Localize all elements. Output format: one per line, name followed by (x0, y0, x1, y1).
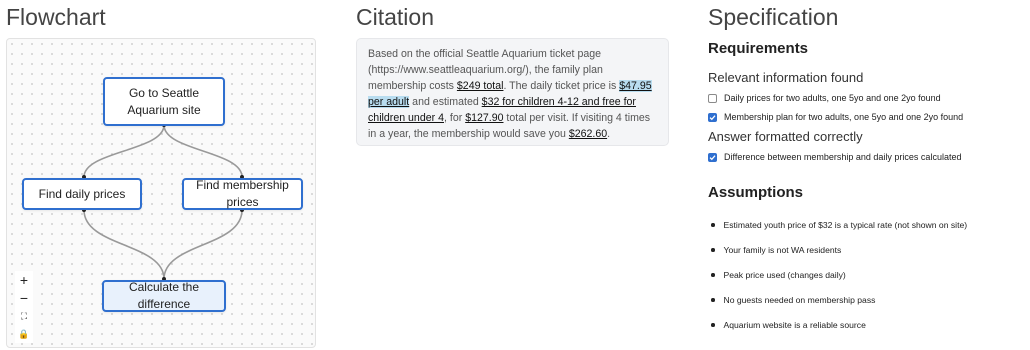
checklist-item-label: Membership plan for two adults, one 5yo … (724, 112, 964, 122)
assumption-text: Estimated youth price of $32 is a typica… (723, 220, 968, 230)
lock-icon[interactable]: 🔒 (15, 325, 33, 343)
bullet-icon (711, 323, 715, 327)
citation-link-membership-cost[interactable]: $249 total (457, 80, 504, 92)
citation-text: Based on the official Seattle Aquarium t… (356, 38, 669, 146)
bullet-icon (711, 223, 715, 227)
citation-segment: and estimated (409, 96, 482, 108)
checklist-item[interactable]: Membership plan for two adults, one 5yo … (708, 110, 963, 124)
node-go-to-site[interactable]: Go to Seattle Aquarium site (103, 77, 225, 126)
edge-membership-calc (163, 209, 243, 280)
edge-start-daily (83, 124, 165, 178)
node-calculate-difference[interactable]: Calculate the difference (102, 280, 226, 312)
checkbox-checked[interactable] (708, 152, 717, 162)
flowchart-controls: + − ⛶ 🔒 (15, 271, 33, 343)
edge-start-membership (163, 124, 243, 178)
checkbox-unchecked[interactable] (708, 93, 717, 103)
node-calculate-difference-label: Calculate the difference (128, 280, 200, 311)
relevant-info-checklist: Daily prices for two adults, one 5yo and… (708, 91, 963, 124)
fit-view-icon[interactable]: ⛶ (15, 307, 33, 325)
node-find-daily-prices[interactable]: Find daily prices (22, 178, 142, 210)
checklist-item-label: Difference between membership and daily … (724, 152, 962, 162)
citation-link-visit-total[interactable]: $127.90 (465, 112, 503, 124)
assumption-item: Your family is not WA residents (708, 244, 967, 256)
checkbox-checked[interactable] (708, 112, 717, 122)
zoom-in-button[interactable]: + (15, 271, 33, 289)
node-find-membership-prices-label: Find membership prices (196, 178, 289, 209)
bullet-icon (711, 298, 715, 302)
specification-title: Specification (708, 4, 839, 30)
assumption-text: Peak price used (changes daily) (723, 270, 846, 280)
citation-link-savings[interactable]: $262.60 (569, 128, 607, 140)
assumption-item: No guests needed on membership pass (708, 294, 967, 306)
assumptions-list: Estimated youth price of $32 is a typica… (708, 219, 967, 331)
assumption-item: Estimated youth price of $32 is a typica… (708, 219, 967, 231)
assumption-item: Aquarium website is a reliable source (708, 319, 967, 331)
flowchart-canvas[interactable]: Go to Seattle Aquarium site Find daily p… (6, 38, 316, 348)
bullet-icon (711, 273, 715, 277)
assumption-item: Peak price used (changes daily) (708, 269, 967, 281)
assumption-text: Aquarium website is a reliable source (723, 320, 866, 330)
checklist-item-label: Daily prices for two adults, one 5yo and… (724, 93, 941, 103)
assumptions-heading: Assumptions (708, 184, 804, 201)
checklist-item[interactable]: Difference between membership and daily … (708, 150, 961, 164)
answer-format-heading: Answer formatted correctly (708, 129, 863, 144)
checkmark-icon (709, 114, 716, 120)
answer-format-checklist: Difference between membership and daily … (708, 150, 961, 164)
checkmark-icon (709, 154, 716, 160)
edge-daily-calc (83, 209, 165, 280)
citation-segment: . The daily ticket price is (503, 80, 620, 92)
node-go-to-site-label: Go to Seattle Aquarium site (127, 85, 201, 117)
relevant-info-heading: Relevant information found (708, 70, 864, 85)
checklist-item[interactable]: Daily prices for two adults, one 5yo and… (708, 91, 963, 105)
requirements-heading: Requirements (708, 40, 809, 57)
assumption-text: No guests needed on membership pass (723, 295, 876, 305)
assumption-text: Your family is not WA residents (723, 245, 842, 255)
citation-segment: . (607, 128, 611, 140)
citation-title: Citation (356, 4, 434, 30)
node-find-daily-prices-label: Find daily prices (38, 186, 126, 201)
flowchart-title: Flowchart (6, 4, 106, 30)
bullet-icon (711, 248, 715, 252)
zoom-out-button[interactable]: − (15, 289, 33, 307)
node-find-membership-prices[interactable]: Find membership prices (182, 178, 303, 210)
citation-segment: , for (443, 112, 466, 124)
